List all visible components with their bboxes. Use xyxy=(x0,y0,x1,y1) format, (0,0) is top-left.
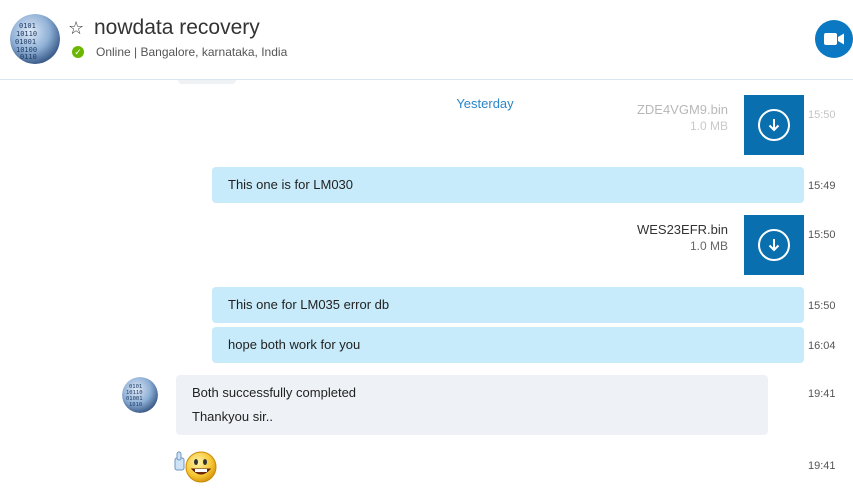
message-time: 16:04 xyxy=(808,340,836,352)
message-line: Thankyou sir.. xyxy=(192,409,273,424)
message-line: Both successfully completed xyxy=(192,385,357,400)
svg-text:0101: 0101 xyxy=(19,22,36,30)
sender-avatar[interactable]: 0101 10110 01001 1010 xyxy=(122,377,158,413)
download-arrow-icon xyxy=(758,229,790,261)
download-file-button[interactable] xyxy=(744,95,804,155)
message-time: 19:41 xyxy=(808,460,836,472)
incoming-message[interactable]: Both successfully completed Thankyou sir… xyxy=(176,375,768,435)
outgoing-message[interactable]: This one is for LM030 xyxy=(212,167,804,203)
svg-text:1010: 1010 xyxy=(129,402,142,408)
download-file-button[interactable] xyxy=(744,215,804,275)
svg-text:0110: 0110 xyxy=(20,53,37,61)
svg-text:01001: 01001 xyxy=(15,38,36,46)
message-time: 15:50 xyxy=(808,300,836,312)
file-name: ZDE4VGM9.bin xyxy=(636,102,728,117)
outgoing-message[interactable]: This one for LM035 error db xyxy=(212,287,804,323)
contact-status: Online | Bangalore, karnataka, India xyxy=(96,45,288,59)
thumbs-up-smile-icon[interactable] xyxy=(173,448,219,484)
conversation-header: 0101 10110 01001 10100 0110 ☆ nowdata re… xyxy=(0,0,853,80)
date-separator: Yesterday xyxy=(456,96,514,111)
download-arrow-icon xyxy=(758,109,790,141)
file-info: ZDE4VGM9.bin 1.0 MB xyxy=(600,101,728,135)
favorite-star-icon[interactable]: ☆ xyxy=(68,18,84,38)
message-time: 15:49 xyxy=(808,180,836,192)
video-call-button[interactable] xyxy=(815,20,853,58)
contact-avatar[interactable]: 0101 10110 01001 10100 0110 xyxy=(10,14,60,64)
message-time: 19:41 xyxy=(808,388,836,400)
online-check-icon: ✓ xyxy=(72,46,84,58)
file-info: WES23EFR.bin 1.0 MB xyxy=(600,221,728,255)
message-time: 15:50 xyxy=(808,109,836,121)
svg-text:10110: 10110 xyxy=(16,30,37,38)
message-time: 15:50 xyxy=(808,229,836,241)
file-size: 1.0 MB xyxy=(689,119,728,133)
contact-name: nowdata recovery xyxy=(94,16,260,39)
video-camera-icon xyxy=(824,33,844,45)
outgoing-message[interactable]: hope both work for you xyxy=(212,327,804,363)
file-name: WES23EFR.bin xyxy=(636,222,728,237)
file-size: 1.0 MB xyxy=(689,239,728,253)
